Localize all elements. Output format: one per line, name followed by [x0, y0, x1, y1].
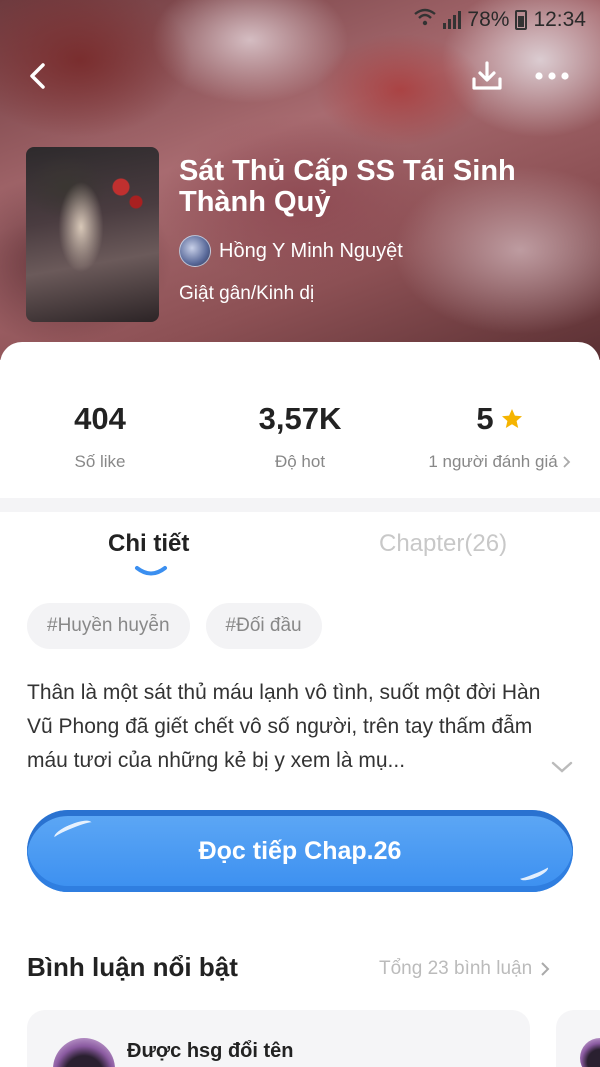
comment-card[interactable]	[556, 1010, 600, 1067]
download-button[interactable]	[467, 56, 507, 96]
more-dots-icon	[535, 72, 569, 80]
description: Thân là một sát thủ máu lạnh vô tình, su…	[27, 681, 541, 772]
rating-count: 1 người đánh giá	[428, 452, 558, 471]
tab-detail[interactable]: Chi tiết	[108, 525, 189, 563]
continue-reading-button[interactable]: Đọc tiếp Chap.26	[27, 810, 573, 892]
tab-chapter[interactable]: Chapter(26)	[379, 525, 507, 563]
download-icon	[472, 61, 502, 90]
stats-row: 404 Số like 3,57K Độ hot 5 1 người đánh …	[0, 400, 600, 480]
comment-card[interactable]: Được hsg đổi tên	[27, 1010, 530, 1067]
cover-image[interactable]	[26, 147, 159, 322]
continue-reading-label: Đọc tiếp Chap.26	[198, 836, 402, 865]
genre-label: Giật gân/Kinh dị	[179, 283, 315, 304]
tab-bar: Chi tiết Chapter(26)	[0, 525, 600, 585]
likes-stat: 404 Số like	[40, 400, 160, 472]
comment-username: Được hsg đổi tên	[127, 1040, 294, 1062]
chevron-down-icon	[551, 761, 573, 773]
author-name: Hồng Y Minh Nguyệt	[219, 239, 403, 262]
hot-value: 3,57K	[258, 401, 342, 436]
back-button[interactable]	[18, 56, 58, 96]
chevron-right-icon	[541, 962, 550, 976]
hot-label: Độ hot	[274, 452, 326, 471]
avatar	[580, 1038, 600, 1067]
tag-item[interactable]: #Đối đầu	[205, 603, 322, 649]
signal-icon	[443, 11, 462, 29]
rating-value: 5	[476, 401, 494, 436]
section-divider	[0, 498, 600, 512]
likes-label: Số like	[74, 452, 126, 471]
battery-percent: 78%	[467, 8, 510, 31]
star-icon	[501, 409, 522, 428]
rating-value-row: 5	[420, 400, 580, 438]
likes-value: 404	[74, 401, 126, 436]
tab-active-indicator	[135, 566, 167, 576]
comments-count-link[interactable]: Tổng 23 bình luận	[379, 958, 550, 980]
author-avatar	[179, 235, 211, 267]
comic-title: Sát Thủ Cấp SS Tái Sinh Thành Quỷ	[179, 155, 516, 218]
comments-title: Bình luận nổi bật	[27, 952, 238, 982]
status-bar: 78% 12:34	[413, 6, 586, 34]
wifi-icon	[413, 8, 437, 32]
rating-stat[interactable]: 5 1 người đánh giá	[420, 400, 580, 472]
shine-decoration	[52, 816, 94, 844]
tag-list: #Huyền huyễn #Đối đầu	[27, 603, 322, 649]
more-button[interactable]	[532, 56, 572, 96]
comments-total: Tổng 23 bình luận	[379, 958, 533, 979]
back-arrow-icon	[30, 63, 45, 89]
author[interactable]: Hồng Y Minh Nguyệt	[179, 235, 403, 267]
clock: 12:34	[533, 8, 586, 31]
rating-count-row: 1 người đánh giá	[420, 452, 580, 472]
hot-stat: 3,57K Độ hot	[230, 400, 370, 472]
tag-item[interactable]: #Huyền huyễn	[27, 603, 190, 649]
battery-icon	[515, 10, 528, 30]
avatar	[53, 1038, 115, 1067]
shine-decoration	[518, 862, 550, 884]
expand-button[interactable]	[550, 760, 574, 779]
chevron-right-icon	[563, 456, 570, 468]
